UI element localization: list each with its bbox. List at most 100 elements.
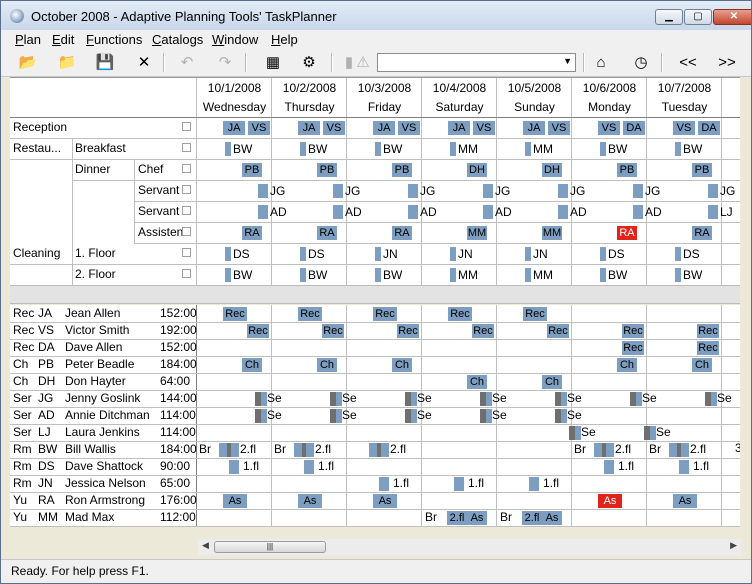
assignment-bar-mark[interactable] [525,142,531,156]
assignment-bar[interactable]: 2.fl [447,511,467,525]
menu-help[interactable]: Help [271,32,298,47]
assignment-bar[interactable]: MM [467,226,487,240]
assignment-bar[interactable]: RA [692,226,712,240]
assignment-bar-mark[interactable] [594,443,602,457]
assignment-bar-mark[interactable] [300,142,306,156]
task-assistent[interactable]: Assistent [138,225,187,239]
menu-edit[interactable]: Edit [52,32,74,47]
splitter-band[interactable] [10,285,740,304]
assignment-bar[interactable]: VS [398,121,420,135]
horizontal-scrollbar[interactable]: ◀ ||| ▶ [198,539,741,555]
assignment-bar-mark[interactable] [375,142,381,156]
task-checkbox[interactable] [182,122,191,131]
assignment-bar-mark[interactable] [369,443,377,457]
day-header-date[interactable]: 10/5/2008 [497,81,572,95]
assignment-bar[interactable]: RA [317,226,337,240]
task-floor-2[interactable]: 2. Floor [75,267,116,281]
org-chart-icon[interactable]: ⌂ [591,53,611,71]
assignment-bar[interactable]: VS [323,121,345,135]
task-checkbox[interactable] [182,164,191,173]
employee-name[interactable]: Dave Shattock [65,459,143,473]
assignment-bar-mark[interactable] [258,205,268,219]
assignment-bar[interactable]: 2.fl [522,511,542,525]
assignment-bar[interactable]: Ch [617,358,637,372]
assignment-bar[interactable]: VS [548,121,570,135]
menu-window[interactable]: Window [212,32,258,47]
assignment-bar[interactable]: Ch [542,375,562,389]
assignment-bar-mark[interactable] [225,247,231,261]
assignment-bar[interactable]: RA [617,226,637,240]
assignment-bar-mark[interactable] [375,268,381,282]
warning-icon[interactable]: ⚠ [353,53,373,71]
assignment-bar-mark[interactable] [450,142,456,156]
assignment-bar[interactable]: RA [392,226,412,240]
assignment-bar-mark[interactable] [600,142,606,156]
assignment-bar-mark[interactable] [225,142,231,156]
assignment-bar[interactable]: VS [473,121,495,135]
save-icon[interactable]: 💾 [95,53,115,71]
employee-name[interactable]: Annie Ditchman [65,408,150,422]
open-plan-icon[interactable]: 📁 [57,53,77,71]
menu-plan[interactable]: Plan [15,32,41,47]
assignment-bar[interactable]: As [673,494,697,508]
task-checkbox[interactable] [182,185,191,194]
assignment-bar[interactable]: Rec [397,324,419,338]
assignment-bar-mark[interactable] [558,184,568,198]
clock-icon[interactable]: ◷ [631,53,651,71]
assignment-bar[interactable]: Ch [692,358,712,372]
assignment-bar-mark[interactable] [379,477,389,491]
assignment-bar-mark[interactable] [529,477,539,491]
assignment-bar[interactable]: JA [523,121,545,135]
employee-name[interactable]: Victor Smith [65,323,129,337]
assignment-bar-mark[interactable] [450,268,456,282]
assignment-bar[interactable]: VS [673,121,695,135]
task-floor-1[interactable]: 1. Floor [75,246,116,260]
undo-icon[interactable]: ↶ [177,53,197,71]
menu-functions[interactable]: Functions [86,32,142,47]
assignment-bar[interactable]: RA [242,226,262,240]
assignment-bar[interactable]: MM [542,226,562,240]
employee-name[interactable]: Laura Jenkins [65,425,140,439]
assignment-bar[interactable]: Rec [247,324,269,338]
employee-name[interactable]: Dave Allen [65,340,122,354]
assignment-bar[interactable]: As [373,494,397,508]
delete-icon[interactable]: ✕ [134,53,154,71]
next-period-button[interactable]: >> [717,53,737,71]
assignment-bar[interactable]: Rec [373,307,397,321]
assignment-bar[interactable]: DH [542,163,562,177]
assignment-bar-mark[interactable] [381,443,389,457]
maximize-button[interactable]: ▢ [684,9,712,25]
assignment-bar[interactable]: As [598,494,622,508]
assignment-bar-mark[interactable] [669,443,677,457]
task-checkbox[interactable] [182,269,191,278]
assignment-bar-mark[interactable] [483,184,493,198]
assignment-bar-mark[interactable] [679,460,689,474]
assignment-bar[interactable]: As [223,494,247,508]
task-checkbox[interactable] [182,143,191,152]
assignment-bar[interactable]: JA [373,121,395,135]
plan-combo[interactable]: ▼ [377,53,576,72]
assignment-bar[interactable]: Rec [622,324,644,338]
menu-catalogs[interactable]: Catalogs [152,32,203,47]
assignment-bar[interactable]: PB [617,163,637,177]
employee-name[interactable]: Jenny Goslink [65,391,140,405]
assignment-bar-mark[interactable] [600,268,606,282]
assignment-bar[interactable]: JA [298,121,320,135]
assignment-bar[interactable]: As [298,494,322,508]
prev-period-button[interactable]: << [678,53,698,71]
assignment-bar[interactable]: Rec [298,307,322,321]
task-reception[interactable]: Reception [13,120,67,134]
day-header-date[interactable]: 10/4/2008 [422,81,497,95]
task-cleaning[interactable]: Cleaning [13,246,60,260]
minimize-button[interactable]: ▁ [655,9,683,25]
assignment-bar[interactable]: As [542,511,562,525]
task-checkbox[interactable] [182,248,191,257]
task-servant-1[interactable]: Servant [138,183,179,197]
employee-name[interactable]: Jean Allen [65,306,120,320]
assignment-bar[interactable]: DA [623,121,645,135]
assignment-bar-mark[interactable] [606,443,614,457]
assignment-bar-mark[interactable] [525,247,531,261]
assignment-bar-mark[interactable] [333,184,343,198]
assignment-bar[interactable]: PB [242,163,262,177]
assignment-bar-mark[interactable] [633,205,643,219]
